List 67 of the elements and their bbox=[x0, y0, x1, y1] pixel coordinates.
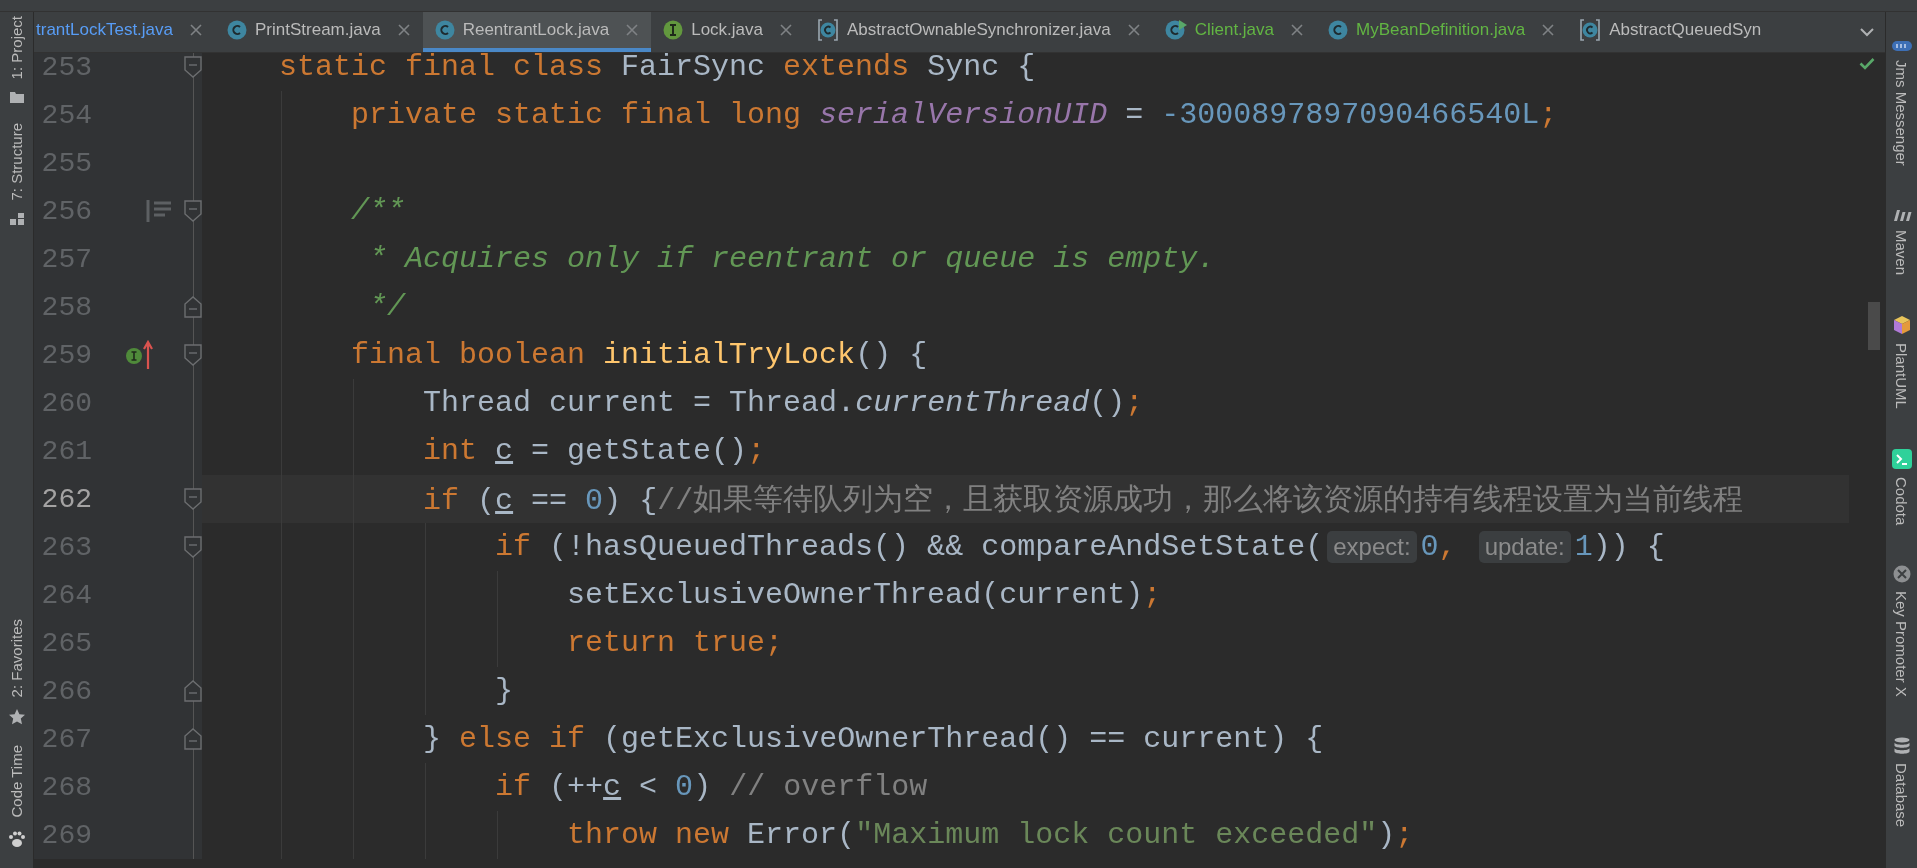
class-icon bbox=[434, 20, 455, 40]
fold-marker-icon[interactable] bbox=[184, 488, 202, 510]
fold-marker-icon[interactable] bbox=[184, 200, 202, 222]
tool-window-button[interactable]: 7: Structure bbox=[8, 123, 25, 225]
check-icon bbox=[1859, 57, 1875, 70]
code-line: if (++c < 0) // overflow bbox=[495, 770, 928, 804]
code-line: private static final long serialVersionUID = -3000897897090466540L; bbox=[351, 98, 1558, 132]
editor-tab[interactable]: ReentrantLock.java bbox=[422, 12, 652, 52]
tool-window-button[interactable]: 2: Favorites bbox=[8, 619, 25, 726]
star-icon bbox=[8, 709, 25, 726]
implements-marker-icon[interactable] bbox=[126, 340, 154, 370]
interface-icon bbox=[663, 20, 684, 40]
close-icon[interactable] bbox=[1290, 23, 1304, 37]
abstract-class-icon bbox=[1579, 19, 1602, 41]
code-line: /** bbox=[351, 194, 406, 228]
code-line: */ bbox=[369, 290, 406, 324]
tool-window-button[interactable]: Key Promoter X bbox=[1892, 565, 1911, 697]
folder-icon bbox=[9, 91, 24, 104]
paw-icon bbox=[7, 830, 26, 848]
structure-icon bbox=[9, 212, 24, 225]
tool-window-button[interactable]: Database bbox=[1893, 737, 1910, 828]
abstract-class-icon bbox=[817, 19, 839, 41]
codota-icon bbox=[1891, 448, 1912, 469]
code-line: static final class FairSync extends Sync { bbox=[279, 53, 1036, 84]
envelope-icon bbox=[1891, 40, 1912, 52]
code-text: if (!hasQueuedThreads() && compareAndSetState( bbox=[495, 530, 1324, 564]
tool-window-button[interactable]: Jms Messenger bbox=[1891, 40, 1912, 166]
cube-icon bbox=[1892, 314, 1911, 335]
tool-window-button[interactable]: Codota bbox=[1891, 448, 1912, 526]
tool-window-button[interactable]: Code Time bbox=[7, 745, 26, 848]
class-icon bbox=[1328, 20, 1348, 40]
code-text: 0, bbox=[1420, 530, 1458, 564]
code-line: } bbox=[495, 674, 514, 708]
fold-marker-icon[interactable] bbox=[184, 728, 202, 750]
tool-window-button[interactable]: 1: Project bbox=[8, 16, 25, 104]
fold-marker-icon[interactable] bbox=[184, 680, 202, 702]
code-line: if (c == 0) {//如果等待队列为空，且获取资源成功，那么将该资源的持有线程设置为当前线程 bbox=[423, 482, 1744, 520]
fold-marker-icon[interactable] bbox=[184, 344, 202, 366]
code-line: Thread current = Thread.currentThread(); bbox=[423, 386, 1144, 420]
parameter-hint: update: bbox=[1478, 531, 1571, 563]
parameter-hint: expect: bbox=[1327, 531, 1417, 563]
close-icon[interactable] bbox=[396, 23, 411, 37]
line-number: 262 bbox=[40, 483, 92, 515]
code-line: * Acquires only if reentrant or queue is empty. bbox=[369, 242, 1216, 276]
cross-circle-icon bbox=[1892, 565, 1911, 584]
fold-marker-icon[interactable] bbox=[184, 536, 202, 558]
code-line: int c = getState(); bbox=[423, 434, 766, 468]
reader-mode-icon[interactable] bbox=[146, 200, 172, 222]
tool-window-button[interactable]: Maven bbox=[1891, 205, 1912, 275]
fold-marker-icon[interactable] bbox=[184, 56, 202, 78]
close-icon[interactable] bbox=[1541, 23, 1556, 37]
code-text: 1)) { bbox=[1574, 530, 1665, 564]
code-line: setExclusiveOwnerThread(current); bbox=[567, 578, 1162, 612]
fold-marker-icon[interactable] bbox=[184, 296, 202, 318]
tool-window-button[interactable]: PlantUML bbox=[1892, 314, 1911, 409]
code-line: throw new Error("Maximum lock count exceeded"); bbox=[567, 818, 1414, 852]
database-icon bbox=[1893, 737, 1910, 755]
close-icon[interactable] bbox=[779, 23, 793, 37]
code-line: return true; bbox=[567, 626, 784, 660]
close-icon[interactable] bbox=[1126, 23, 1141, 37]
code-line: final boolean initialTryLock() { bbox=[351, 338, 928, 372]
class-icon bbox=[227, 20, 247, 40]
close-icon[interactable] bbox=[189, 23, 203, 37]
class-icon bbox=[1164, 20, 1187, 40]
scrollbar-thumb[interactable] bbox=[1868, 302, 1880, 350]
close-icon[interactable] bbox=[625, 23, 640, 37]
code-line: } else if (getExclusiveOwnerThread() == current) { bbox=[423, 722, 1324, 756]
